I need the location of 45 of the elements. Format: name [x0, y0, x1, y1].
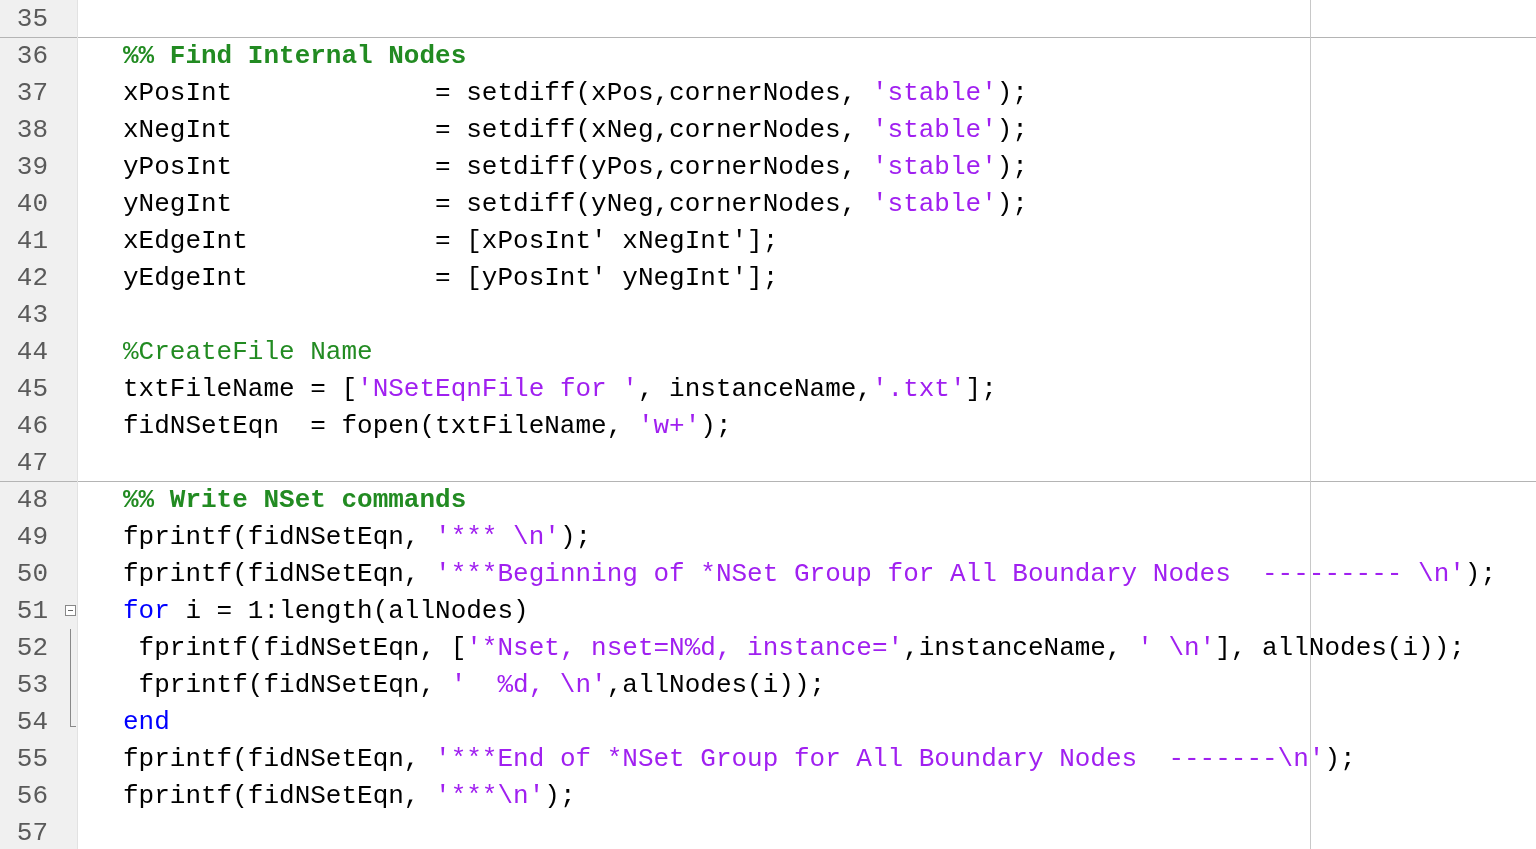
line-number: 41 — [16, 227, 48, 254]
code-line: for i = 1:length(allNodes) — [123, 597, 529, 624]
fold-end-line — [70, 703, 76, 727]
line-number: 48 — [16, 487, 48, 513]
line-number: 36 — [16, 43, 48, 69]
code-line: fprintf(fidNSetEqn, '*** \n'); — [123, 523, 592, 550]
code-line: xEdgeInt = [xPosInt' xNegInt']; — [123, 227, 779, 254]
minus-icon — [68, 610, 73, 611]
line-number: 37 — [16, 79, 48, 106]
code-line: xPosInt = setdiff(xPos,cornerNodes, 'stable'); — [123, 79, 1028, 106]
code-line: fprintf(fidNSetEqn, '***Beginning of *NSet Group for All Boundary Nodes --------- \n'); — [123, 560, 1497, 587]
line-number: 40 — [16, 190, 48, 217]
line-number: 57 — [16, 819, 48, 846]
line-number: 35 — [16, 5, 48, 32]
code-line: yNegInt = setdiff(yNeg,cornerNodes, 'stable'); — [123, 190, 1028, 217]
line-number: 43 — [16, 301, 48, 328]
code-line: yPosInt = setdiff(yPos,cornerNodes, 'stable'); — [123, 153, 1028, 180]
line-number: 53 — [16, 671, 48, 698]
code-line: yEdgeInt = [yPosInt' yNegInt']; — [123, 264, 779, 291]
line-number: 39 — [16, 153, 48, 180]
code-line: fprintf(fidNSetEqn, '***\n'); — [123, 782, 576, 809]
line-number: 52 — [16, 634, 48, 661]
code-line: fidNSetEqn = fopen(txtFileName, 'w+'); — [123, 412, 732, 439]
line-number: 42 — [16, 264, 48, 291]
code-line: xNegInt = setdiff(xNeg,cornerNodes, 'stable'); — [123, 116, 1028, 143]
section-heading: %% Write NSet commands — [123, 487, 467, 513]
section-heading: %% Find Internal Nodes — [123, 43, 467, 69]
line-number: 50 — [16, 560, 48, 587]
line-number: 45 — [16, 375, 48, 402]
code-line: txtFileName = ['NSetEqnFile for ', instanceName,'.txt']; — [123, 375, 997, 402]
line-number: 56 — [16, 782, 48, 809]
line-number: 51 — [16, 597, 48, 624]
code-line: fprintf(fidNSetEqn, '***End of *NSet Group for All Boundary Nodes -------\n'); — [123, 745, 1356, 772]
collapse-toggle[interactable] — [65, 605, 76, 616]
code-line: fprintf(fidNSetEqn, ['*Nset, nset=N%d, instance=',instanceName, ' \n'], allNodes(i)); — [137, 634, 1465, 661]
line-number: 46 — [16, 412, 48, 439]
code-line: fprintf(fidNSetEqn, ' %d, \n',allNodes(i)); — [137, 671, 826, 698]
line-number: 38 — [16, 116, 48, 143]
line-number: 47 — [16, 449, 48, 476]
line-number: 55 — [16, 745, 48, 772]
code-comment: %CreateFile Name — [123, 338, 373, 365]
code-line: end — [123, 708, 170, 735]
line-number: 44 — [16, 338, 48, 365]
line-number: 49 — [16, 523, 48, 550]
line-number: 54 — [16, 708, 48, 735]
